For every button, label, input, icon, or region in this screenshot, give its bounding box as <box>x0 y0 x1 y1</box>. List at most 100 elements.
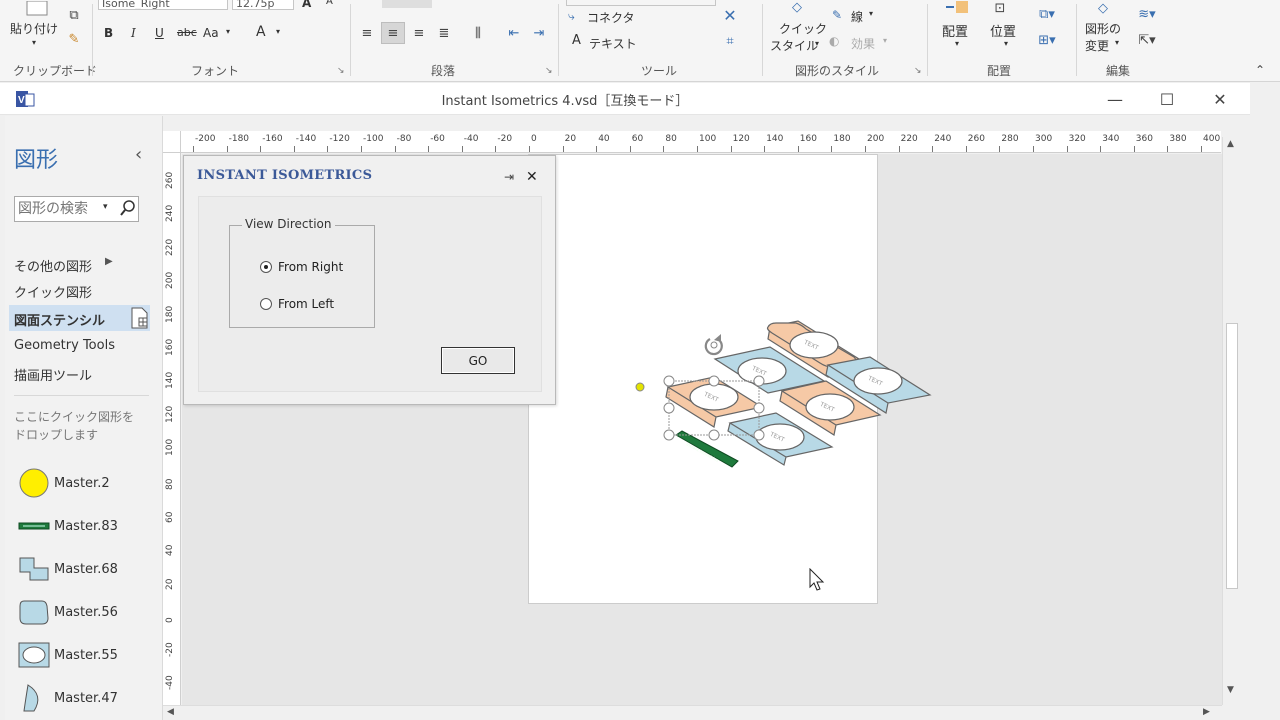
scroll-right-icon[interactable]: ▶ <box>1203 707 1210 717</box>
change-case-button[interactable]: Aa <box>203 26 219 40</box>
text-tool-icon[interactable]: A <box>572 33 581 48</box>
increase-indent-icon[interactable]: ⇥ <box>528 22 550 44</box>
radio-from-right[interactable]: From Right <box>260 260 343 274</box>
change-case-dropdown-icon[interactable]: ▾ <box>226 27 230 36</box>
instant-isometrics-tag[interactable]: Instant Isometrics <box>675 430 739 468</box>
select-icon[interactable]: ⇱▾ <box>1130 32 1164 48</box>
close-tool-icon[interactable]: ✕ <box>720 5 740 25</box>
bring-forward-icon[interactable]: ⧉▾ <box>1032 6 1062 22</box>
paragraph-dialog-launcher-icon[interactable]: ↘ <box>545 66 553 76</box>
minimize-button[interactable]: — <box>1092 87 1138 111</box>
master-shape-item[interactable]: Master.47 <box>14 680 118 716</box>
paste-icon[interactable] <box>22 0 52 18</box>
shape-search-input[interactable] <box>18 199 103 219</box>
master-shape-item[interactable]: Master.56 <box>14 594 118 630</box>
format-painter-icon[interactable]: ✎ <box>64 30 84 48</box>
geometry-tools-item[interactable]: Geometry Tools <box>14 338 115 353</box>
radio-selected-icon[interactable] <box>260 261 272 273</box>
align-left-icon[interactable]: ≡ <box>356 22 378 44</box>
line-dropdown-icon[interactable]: ▾ <box>869 9 873 18</box>
collapse-pane-icon[interactable]: ‹ <box>135 144 142 165</box>
text-direction-icon[interactable]: ⫼ <box>467 22 489 44</box>
align-center-icon[interactable]: ≡ <box>381 22 405 44</box>
radio-from-left[interactable]: From Left <box>260 297 334 311</box>
align-shapes-icon[interactable] <box>942 0 972 16</box>
effect-icon[interactable]: ◐ <box>829 34 839 48</box>
scroll-up-icon[interactable]: ▲ <box>1227 139 1234 149</box>
paste-dropdown-icon[interactable]: ▾ <box>32 38 36 47</box>
scroll-left-icon[interactable]: ◀ <box>167 707 174 717</box>
more-shapes-menu[interactable]: その他の図形 <box>14 256 92 275</box>
bold-button[interactable]: B <box>104 26 113 40</box>
shrink-font-icon[interactable]: A <box>326 0 333 7</box>
quick-style-label-2[interactable]: スタイル <box>770 37 818 54</box>
align-shapes-button[interactable]: 配置 <box>942 21 968 40</box>
stencil-document-icon[interactable] <box>130 307 150 332</box>
position-button[interactable]: 位置 <box>990 21 1016 40</box>
justify-icon[interactable]: ≣ <box>433 22 455 44</box>
line-button[interactable]: 線 <box>851 8 863 25</box>
crop-tool-icon[interactable]: ⌗ <box>720 31 740 51</box>
font-name-combo[interactable]: Isome_Right <box>98 0 228 10</box>
align-shapes-dropdown-icon[interactable]: ▾ <box>955 39 959 48</box>
font-color-button[interactable]: A <box>256 24 266 40</box>
master-shape-item[interactable]: Master.55 <box>14 637 118 673</box>
shape-search-box[interactable]: ▾ <box>14 196 139 222</box>
master-shape-item[interactable]: Master.83 <box>14 508 118 544</box>
more-shapes-arrow-icon[interactable]: ▶ <box>105 256 113 267</box>
master-shape-item[interactable]: Master.2 <box>14 465 110 501</box>
horizontal-ruler[interactable]: -200 -180 -160 -140 -120 -100 -80 -60 -40 -20 0 20 4… <box>181 131 1221 153</box>
radio-unselected-icon[interactable] <box>260 298 272 310</box>
master-shape-item[interactable]: Master.68 <box>14 551 118 587</box>
connector-icon[interactable]: ⤷ <box>568 9 575 24</box>
vertical-scrollbar[interactable]: ▲ ▼ <box>1222 137 1240 705</box>
go-button[interactable]: GO <box>441 347 515 374</box>
font-size-combo[interactable]: 12.75p <box>232 0 294 10</box>
horizontal-scrollbar[interactable]: ◀ ▶ <box>163 705 1222 720</box>
rotation-handle-icon[interactable] <box>704 334 723 356</box>
control-handle[interactable] <box>635 382 645 392</box>
maximize-button[interactable]: ☐ <box>1144 87 1190 111</box>
change-shape-icon[interactable]: ◇ <box>1090 0 1116 16</box>
line-icon[interactable]: ✎ <box>832 8 842 22</box>
collapse-ribbon-icon[interactable]: ⌃ <box>1252 62 1268 78</box>
search-icon[interactable] <box>119 199 137 220</box>
effect-button[interactable]: 効果 <box>851 35 875 52</box>
strikethrough-button[interactable]: abc <box>177 26 197 39</box>
vertical-ruler[interactable]: 260 240 220 200 180 160 140 120 100 80 60 40 20 0 -20-… <box>163 153 181 705</box>
isometric-drawing[interactable]: TEXT TEXT TEXT TEXT TEXT TEXT Instant Is… <box>622 319 942 489</box>
quick-style-label-1[interactable]: クイック <box>779 20 827 37</box>
group-icon[interactable]: ⊞▾ <box>1032 32 1062 48</box>
align-right-icon[interactable]: ≡ <box>408 22 430 44</box>
dialog-close-icon[interactable]: ✕ <box>526 169 538 185</box>
stencil-item-highlight[interactable]: 図面ステンシル <box>9 305 150 331</box>
quick-shapes-item[interactable]: クイック図形 <box>14 282 92 301</box>
change-shape-label-1[interactable]: 図形の <box>1085 20 1121 37</box>
connector-tool[interactable]: コネクタ <box>587 9 635 26</box>
paragraph-top-icons[interactable] <box>382 0 432 8</box>
position-dropdown-icon[interactable]: ▾ <box>1004 39 1008 48</box>
drawing-stencil-item[interactable]: 図面ステンシル <box>14 310 105 329</box>
shape-style-dialog-launcher-icon[interactable]: ↘ <box>914 66 922 76</box>
underline-button[interactable]: U <box>155 26 164 40</box>
search-dropdown-icon[interactable]: ▾ <box>103 202 108 212</box>
pin-icon[interactable]: ⇥ <box>504 170 514 184</box>
position-icon[interactable]: ⊡ <box>990 0 1010 16</box>
paste-button[interactable]: 貼り付け <box>10 20 58 37</box>
pointer-tool-icon[interactable] <box>566 0 716 6</box>
effect-dropdown-icon[interactable]: ▾ <box>883 36 887 45</box>
copy-icon[interactable]: ⧉ <box>64 6 84 24</box>
grow-font-icon[interactable]: A <box>302 0 311 10</box>
quick-style-icon[interactable]: ◇ <box>784 0 810 15</box>
change-shape-dropdown-icon[interactable]: ▾ <box>1115 38 1119 47</box>
text-tool[interactable]: テキスト <box>589 35 637 52</box>
vertical-scroll-thumb[interactable] <box>1226 323 1238 589</box>
decrease-indent-icon[interactable]: ⇤ <box>503 22 525 44</box>
scroll-down-icon[interactable]: ▼ <box>1227 685 1234 695</box>
close-window-button[interactable]: ✕ <box>1197 87 1243 111</box>
font-dialog-launcher-icon[interactable]: ↘ <box>337 66 345 76</box>
change-shape-label-2[interactable]: 変更 <box>1085 37 1109 54</box>
drawing-tools-item[interactable]: 描画用ツール <box>14 365 92 384</box>
layers-icon[interactable]: ≋▾ <box>1130 6 1164 22</box>
font-color-dropdown-icon[interactable]: ▾ <box>276 27 280 36</box>
